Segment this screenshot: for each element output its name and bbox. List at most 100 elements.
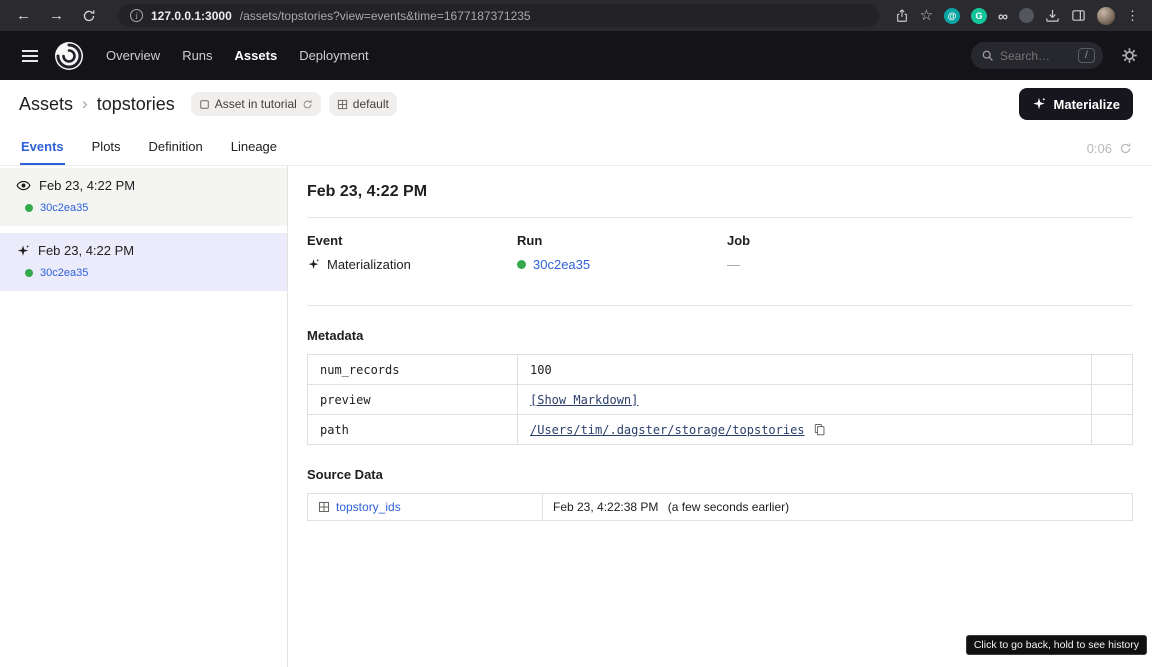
extension-icon[interactable] (1019, 8, 1034, 23)
run-id-link[interactable]: 30c2ea35 (40, 202, 88, 214)
side-panel-icon[interactable] (1071, 8, 1086, 23)
grid-icon (337, 99, 348, 110)
event-list: Feb 23, 4:22 PM 30c2ea35 Feb 23, 4:22 PM… (0, 166, 288, 667)
bookmark-star-icon[interactable]: ☆ (920, 8, 933, 23)
grid-icon (318, 501, 330, 513)
source-time: Feb 23, 4:22:38 PM (553, 500, 658, 514)
back-icon[interactable]: ← (10, 8, 37, 23)
metadata-table: num_records 100 preview [Show Markdown] … (307, 354, 1133, 445)
event-detail-panel: Feb 23, 4:22 PM Event Materialization Ru… (288, 166, 1152, 667)
asset-tabs: Events Plots Definition Lineage 0:06 (0, 128, 1152, 166)
download-icon[interactable] (1045, 8, 1060, 23)
settings-gear-icon[interactable] (1121, 47, 1138, 64)
url-path: /assets/topstories?view=events&time=1677… (240, 9, 531, 23)
metadata-action-cell (1092, 415, 1133, 445)
source-time-note: (a few seconds earlier) (668, 500, 789, 514)
metadata-value: 100 (518, 355, 1092, 385)
dagster-logo[interactable] (54, 41, 84, 71)
source-data-table: topstory_ids Feb 23, 4:22:38 PM (a few s… (307, 493, 1133, 521)
source-asset-link[interactable]: topstory_ids (318, 500, 532, 514)
source-data-heading: Source Data (307, 467, 1133, 482)
metadata-key: num_records (308, 355, 518, 385)
at-extension-icon[interactable]: @ (944, 8, 960, 24)
run-id-link[interactable]: 30c2ea35 (40, 267, 88, 279)
reload-icon[interactable] (76, 9, 102, 23)
tab-events[interactable]: Events (20, 139, 65, 165)
refresh-icon[interactable] (302, 99, 313, 110)
copy-icon[interactable] (813, 423, 826, 436)
group-default-tag[interactable]: default (329, 92, 397, 116)
breadcrumb-assets-link[interactable]: Assets (19, 94, 73, 115)
run-status-dot (517, 260, 526, 269)
event-timestamp: Feb 23, 4:22 PM (39, 178, 135, 193)
back-history-tooltip: Click to go back, hold to see history (966, 635, 1147, 655)
address-bar[interactable]: i 127.0.0.1:3000 /assets/topstories?view… (118, 4, 879, 27)
tab-definition[interactable]: Definition (148, 139, 204, 165)
metadata-action-cell (1092, 385, 1133, 415)
hamburger-menu-icon[interactable] (14, 44, 46, 68)
search-shortcut-badge: / (1078, 48, 1095, 63)
cube-icon (199, 99, 210, 110)
field-event: Event Materialization (307, 233, 517, 272)
asset-tutorial-tag[interactable]: Asset in tutorial (191, 92, 321, 116)
tag-label: default (353, 97, 389, 111)
metadata-action-cell (1092, 355, 1133, 385)
metadata-heading: Metadata (307, 328, 1133, 343)
metadata-key: path (308, 415, 518, 445)
browser-chrome: ← → i 127.0.0.1:3000 /assets/topstories?… (0, 0, 1152, 31)
sparkle-icon (1032, 97, 1046, 111)
nav-item-deployment[interactable]: Deployment (299, 48, 368, 63)
search-input[interactable] (1000, 49, 1072, 63)
field-job: Job — (727, 233, 937, 272)
event-timestamp: Feb 23, 4:22 PM (38, 243, 134, 258)
event-list-item-materialization[interactable]: Feb 23, 4:22 PM 30c2ea35 (0, 233, 287, 291)
event-list-item-observation[interactable]: Feb 23, 4:22 PM 30c2ea35 (0, 168, 287, 226)
materialize-button[interactable]: Materialize (1019, 88, 1133, 120)
url-host: 127.0.0.1:3000 (151, 9, 232, 23)
table-row: num_records 100 (308, 355, 1133, 385)
show-markdown-link[interactable]: [Show Markdown] (530, 393, 638, 407)
event-run-link[interactable]: 30c2ea35 (25, 202, 271, 214)
forward-icon[interactable]: → (43, 8, 70, 23)
nav-item-runs[interactable]: Runs (182, 48, 212, 63)
event-detail-title: Feb 23, 4:22 PM (307, 183, 1133, 201)
search-icon (981, 49, 994, 62)
table-row: preview [Show Markdown] (308, 385, 1133, 415)
path-link[interactable]: /Users/tim/.dagster/storage/topstories (530, 423, 805, 437)
table-row: path /Users/tim/.dagster/storage/topstor… (308, 415, 1133, 445)
field-label: Job (727, 233, 937, 248)
field-label: Event (307, 233, 517, 248)
table-row: topstory_ids Feb 23, 4:22:38 PM (a few s… (308, 494, 1133, 521)
profile-avatar[interactable] (1097, 7, 1115, 25)
global-search[interactable]: / (971, 42, 1103, 69)
job-value: — (727, 257, 937, 272)
grammarly-icon[interactable]: G (971, 8, 987, 24)
field-run: Run 30c2ea35 (517, 233, 727, 272)
run-status-dot (25, 269, 33, 277)
refresh-icon[interactable] (1119, 142, 1132, 155)
materialization-sparkle-icon (16, 244, 30, 258)
page-header: Assets › topstories Asset in tutorial de… (0, 80, 1152, 128)
source-asset-name[interactable]: topstory_ids (336, 500, 401, 514)
tag-label: Asset in tutorial (215, 97, 297, 111)
infinity-extension-icon[interactable]: ∞ (998, 8, 1008, 24)
breadcrumb: Assets › topstories (19, 94, 175, 115)
event-type-value: Materialization (327, 257, 411, 272)
event-run-link[interactable]: 30c2ea35 (25, 267, 271, 279)
browser-menu-icon[interactable]: ⋮ (1126, 8, 1140, 24)
run-status-dot (25, 204, 33, 212)
share-icon[interactable] (895, 9, 909, 23)
tab-plots[interactable]: Plots (91, 139, 122, 165)
app-navbar: Overview Runs Assets Deployment / (0, 31, 1152, 80)
run-id-link[interactable]: 30c2ea35 (533, 257, 590, 272)
observation-eye-icon (16, 178, 31, 193)
nav-item-assets[interactable]: Assets (235, 48, 278, 63)
metadata-key: preview (308, 385, 518, 415)
breadcrumb-separator: › (82, 94, 88, 114)
refresh-timer: 0:06 (1087, 141, 1112, 156)
nav-item-overview[interactable]: Overview (106, 48, 160, 63)
tab-lineage[interactable]: Lineage (230, 139, 278, 165)
field-label: Run (517, 233, 727, 248)
page-info-icon[interactable]: i (130, 9, 143, 22)
page-title: topstories (97, 94, 175, 115)
